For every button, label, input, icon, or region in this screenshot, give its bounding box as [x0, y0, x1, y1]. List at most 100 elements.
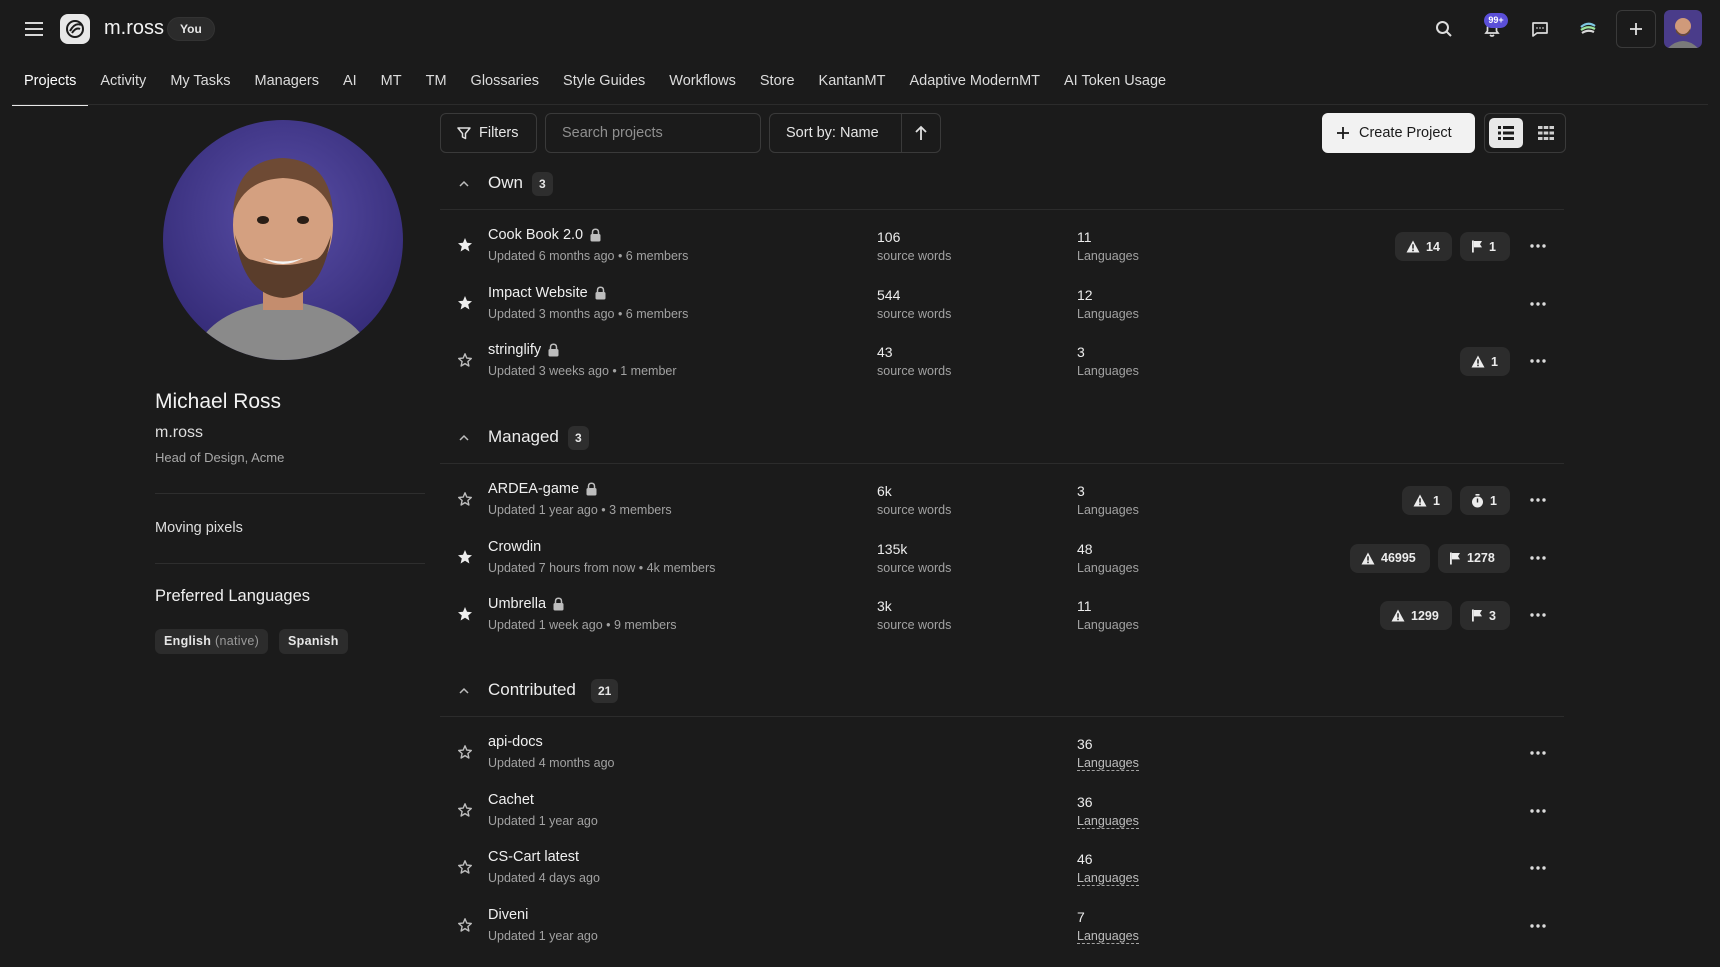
project-name-link[interactable]: Crowdin: [488, 539, 541, 555]
languages-count: 3: [1077, 344, 1085, 360]
tab-managers[interactable]: Managers: [242, 64, 330, 106]
source-words-count: 544: [877, 286, 901, 303]
star-filled-icon[interactable]: [456, 236, 474, 254]
warning-icon: [1391, 609, 1405, 622]
project-title: Impact Website: [488, 285, 607, 301]
project-title: CS-Cart latest: [488, 849, 579, 865]
star-filled-icon[interactable]: [456, 294, 474, 312]
ai-assistant-icon[interactable]: [1576, 17, 1600, 41]
issue-pill[interactable]: 1299: [1380, 601, 1452, 630]
languages-label[interactable]: Languages: [1077, 929, 1139, 944]
project-name-link[interactable]: Umbrella: [488, 596, 546, 612]
more-options-icon[interactable]: [1526, 546, 1550, 570]
languages-count: 12: [1077, 286, 1093, 303]
tab-my-tasks[interactable]: My Tasks: [158, 64, 242, 106]
issue-pill[interactable]: 14: [1395, 232, 1452, 261]
chevron-up-icon[interactable]: [456, 176, 472, 192]
source-words-count: 43: [877, 344, 893, 360]
chevron-up-icon[interactable]: [456, 683, 472, 699]
project-title: Crowdin: [488, 539, 541, 555]
tab-activity[interactable]: Activity: [88, 64, 158, 106]
tab-glossaries[interactable]: Glossaries: [459, 64, 552, 106]
tab-ai-token-usage[interactable]: AI Token Usage: [1052, 64, 1178, 106]
star-outline-icon[interactable]: [456, 916, 474, 934]
messages-icon[interactable]: [1528, 17, 1552, 41]
project-row: Umbrella Updated 1 week ago • 9 members 3k…: [440, 587, 1564, 643]
create-project-button[interactable]: Create Project: [1322, 113, 1475, 153]
more-options-icon[interactable]: [1526, 349, 1550, 373]
tab-ai[interactable]: AI: [331, 64, 369, 106]
project-name-link[interactable]: ARDEA-game: [488, 481, 579, 497]
tab-style-guides[interactable]: Style Guides: [551, 64, 657, 106]
more-options-icon[interactable]: [1526, 292, 1550, 316]
project-row: api-docs Updated 4 months ago 36 Languages: [440, 725, 1564, 781]
arrow-up-icon: [915, 125, 927, 140]
tab-workflows[interactable]: Workflows: [657, 64, 748, 106]
top-bar: m.ross You 99+: [0, 0, 1720, 58]
star-filled-icon[interactable]: [456, 605, 474, 623]
user-avatar[interactable]: [1664, 10, 1702, 48]
tab-tm[interactable]: TM: [414, 64, 459, 106]
list-view-button[interactable]: [1489, 118, 1523, 148]
sort-button[interactable]: Sort by: Name: [769, 113, 902, 153]
search-icon[interactable]: [1432, 17, 1456, 41]
list-view-icon: [1498, 126, 1514, 140]
project-name-link[interactable]: Diveni: [488, 907, 528, 923]
project-title: stringlify: [488, 342, 560, 358]
more-options-icon[interactable]: [1526, 741, 1550, 765]
project-meta: Updated 3 weeks ago • 1 member: [488, 364, 677, 378]
filters-button[interactable]: Filters: [440, 113, 537, 153]
issue-pill[interactable]: 3: [1460, 601, 1510, 630]
star-filled-icon[interactable]: [456, 548, 474, 566]
issue-pill[interactable]: 1: [1460, 486, 1510, 515]
grid-view-button[interactable]: [1529, 118, 1563, 148]
languages-label[interactable]: Languages: [1077, 871, 1139, 886]
project-name-link[interactable]: Cachet: [488, 792, 534, 808]
project-name-link[interactable]: stringlify: [488, 342, 541, 358]
source-words-label: source words: [877, 249, 952, 263]
warning-icon: [1361, 552, 1375, 565]
project-name-link[interactable]: Impact Website: [488, 285, 588, 301]
issue-pill[interactable]: 1: [1460, 347, 1510, 376]
star-outline-icon[interactable]: [456, 351, 474, 369]
more-options-icon[interactable]: [1526, 234, 1550, 258]
more-options-icon[interactable]: [1526, 914, 1550, 938]
star-outline-icon[interactable]: [456, 743, 474, 761]
search-input[interactable]: [545, 113, 761, 153]
menu-icon[interactable]: [22, 17, 46, 41]
pill-count: 1: [1490, 493, 1497, 508]
tab-projects[interactable]: Projects: [12, 64, 89, 106]
star-outline-icon[interactable]: [456, 858, 474, 876]
project-name-link[interactable]: api-docs: [488, 734, 543, 750]
tab-adaptive-modernmt[interactable]: Adaptive ModernMT: [897, 64, 1052, 106]
issue-pill[interactable]: 46995: [1350, 543, 1430, 573]
source-words-label: source words: [877, 560, 952, 575]
star-outline-icon[interactable]: [456, 490, 474, 508]
project-title: Cook Book 2.0: [488, 227, 602, 243]
language-label: English: [164, 634, 212, 648]
project-name-link[interactable]: CS-Cart latest: [488, 849, 579, 865]
project-meta: Updated 1 year ago: [488, 813, 598, 828]
more-options-icon[interactable]: [1526, 603, 1550, 627]
chevron-up-icon[interactable]: [456, 430, 472, 446]
you-badge: You: [167, 17, 215, 41]
issue-pill[interactable]: 1: [1402, 486, 1452, 515]
more-options-icon[interactable]: [1526, 488, 1550, 512]
project-row: Cook Book 2.0 Updated 6 months ago • 6 me…: [440, 218, 1564, 274]
add-button[interactable]: [1616, 10, 1656, 48]
languages-label[interactable]: Languages: [1077, 756, 1139, 771]
app-logo-icon[interactable]: [60, 14, 90, 44]
issue-pill[interactable]: 1: [1460, 232, 1510, 261]
tab-mt[interactable]: MT: [369, 64, 414, 106]
languages-label[interactable]: Languages: [1077, 814, 1139, 829]
more-options-icon[interactable]: [1526, 799, 1550, 823]
issue-pill[interactable]: 1278: [1438, 543, 1510, 573]
project-meta: Updated 3 months ago • 6 members: [488, 306, 689, 321]
star-outline-icon[interactable]: [456, 801, 474, 819]
sort-label: Sort by: Name: [786, 125, 879, 141]
tab-store[interactable]: Store: [748, 64, 807, 106]
more-options-icon[interactable]: [1526, 856, 1550, 880]
project-name-link[interactable]: Cook Book 2.0: [488, 227, 583, 243]
tab-kantanmt[interactable]: KantanMT: [807, 64, 898, 106]
sort-direction-button[interactable]: [901, 113, 941, 153]
